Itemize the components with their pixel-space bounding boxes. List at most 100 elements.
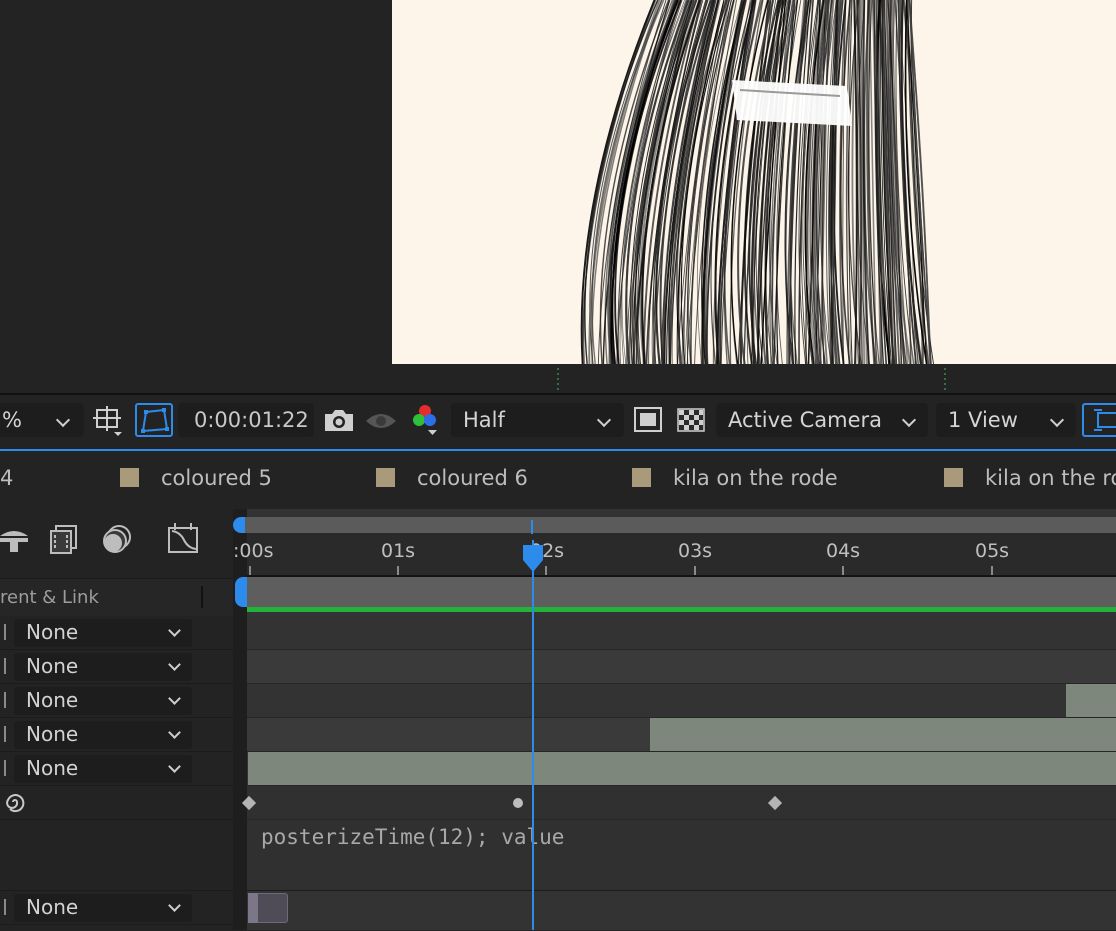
camera-view-dropdown[interactable]: Active Camera bbox=[716, 403, 928, 437]
motion-blur-icon bbox=[103, 525, 131, 553]
motion-blur-button[interactable] bbox=[100, 524, 134, 556]
time-navigator-bar[interactable] bbox=[240, 517, 1116, 533]
ruler-tick bbox=[545, 566, 547, 575]
parent-dropdown[interactable]: None bbox=[14, 894, 192, 922]
navigator-playhead bbox=[531, 520, 533, 534]
view-layout-dropdown[interactable]: 1 View bbox=[936, 403, 1076, 437]
parent-dropdown[interactable]: None bbox=[14, 653, 192, 681]
mask-path-icon bbox=[141, 408, 169, 433]
expression-spiral-icon bbox=[6, 794, 25, 813]
time-label-3s: 03s bbox=[678, 540, 713, 562]
time-label-4s: 04s bbox=[826, 540, 861, 562]
property-track[interactable] bbox=[247, 786, 1116, 820]
parent-value: None bbox=[26, 756, 79, 780]
current-time-field[interactable]: 0:00:01:22 bbox=[178, 403, 314, 437]
expression-toggle-button[interactable] bbox=[2, 789, 28, 815]
toggle-view-options-button[interactable] bbox=[1082, 403, 1116, 437]
chevron-down-icon bbox=[168, 760, 181, 773]
composition-canvas[interactable] bbox=[392, 0, 1116, 364]
layer-track[interactable] bbox=[247, 891, 1116, 931]
show-channel-button[interactable] bbox=[408, 403, 442, 437]
tab-coloured-6[interactable]: coloured 6 bbox=[417, 466, 528, 490]
graph-editor-button[interactable] bbox=[166, 522, 202, 556]
layer-track[interactable] bbox=[247, 616, 1116, 650]
ruler-tick bbox=[397, 566, 399, 575]
expression-row-left bbox=[0, 820, 233, 891]
ruler-tick bbox=[842, 566, 844, 575]
layer-row: None bbox=[0, 684, 233, 718]
resolution-dropdown[interactable]: Half bbox=[451, 403, 624, 437]
panel-resize-grip-left[interactable] bbox=[557, 368, 559, 392]
column-separator bbox=[201, 586, 203, 608]
tab-composition-4[interactable]: 4 bbox=[0, 466, 13, 490]
parent-dropdown[interactable]: None bbox=[14, 687, 192, 715]
chevron-down-icon bbox=[168, 624, 181, 637]
magnification-dropdown[interactable]: % bbox=[0, 403, 84, 437]
layer-duration-bar[interactable] bbox=[650, 718, 1116, 751]
chevron-down-icon bbox=[168, 899, 181, 912]
tab-label-color-swatch bbox=[944, 468, 963, 487]
region-of-interest-icon bbox=[634, 407, 662, 432]
region-of-interest-button[interactable] bbox=[632, 403, 666, 437]
ruler-tick bbox=[991, 566, 993, 575]
pick-whip-icon[interactable] bbox=[0, 624, 6, 640]
pick-whip-icon[interactable] bbox=[0, 692, 6, 708]
current-timecode: 0:00:01:22 bbox=[194, 408, 309, 432]
panel-resize-grip-right[interactable] bbox=[944, 368, 946, 392]
work-area-start-handle[interactable] bbox=[235, 577, 247, 607]
parent-dropdown[interactable]: None bbox=[14, 619, 192, 647]
resolution-value: Half bbox=[463, 408, 505, 432]
rgb-channel-icon bbox=[413, 405, 437, 435]
work-area-bar[interactable] bbox=[247, 577, 1116, 607]
layer-row: None bbox=[0, 718, 233, 752]
layer-row: None bbox=[0, 650, 233, 684]
chevron-down-icon bbox=[168, 658, 181, 671]
parent-link-column-header[interactable]: rent & Link bbox=[0, 587, 99, 608]
show-snapshot-button[interactable] bbox=[364, 403, 398, 437]
keyframe-hold-dot[interactable] bbox=[513, 798, 523, 808]
layer-row: None bbox=[0, 752, 233, 786]
time-navigator-start-handle[interactable] bbox=[233, 517, 245, 533]
tab-kila-on-the-ro[interactable]: kila on the ro bbox=[985, 466, 1116, 490]
layer-track[interactable] bbox=[247, 684, 1116, 718]
time-label-1s: 01s bbox=[381, 540, 416, 562]
property-row bbox=[0, 786, 233, 820]
frame-blending-button[interactable] bbox=[48, 524, 80, 556]
layer-duration-bar[interactable] bbox=[1066, 684, 1116, 717]
grid-guide-options-button[interactable] bbox=[92, 403, 126, 437]
camera-icon bbox=[325, 410, 353, 431]
tab-label-color-swatch bbox=[120, 468, 139, 487]
ruler-tick bbox=[694, 566, 696, 575]
layer-track[interactable] bbox=[247, 718, 1116, 752]
current-time-indicator-head[interactable] bbox=[522, 544, 544, 574]
layer-track[interactable] bbox=[247, 752, 1116, 786]
pick-whip-icon[interactable] bbox=[0, 726, 6, 742]
take-snapshot-button[interactable] bbox=[322, 403, 356, 437]
shy-layers-button[interactable] bbox=[0, 524, 30, 556]
parent-value: None bbox=[26, 654, 79, 678]
view-toggle-icon bbox=[1094, 409, 1116, 431]
parent-dropdown[interactable]: None bbox=[14, 721, 192, 749]
pick-whip-icon[interactable] bbox=[0, 899, 6, 915]
layer-track[interactable] bbox=[247, 650, 1116, 684]
expression-text[interactable]: posterizeTime(12); value bbox=[261, 825, 564, 849]
tab-kila-on-the-rode[interactable]: kila on the rode bbox=[673, 466, 838, 490]
layer-in-point[interactable] bbox=[248, 893, 258, 923]
shy-icon bbox=[0, 531, 28, 552]
transparency-grid-button[interactable] bbox=[675, 403, 709, 437]
tab-coloured-5[interactable]: coloured 5 bbox=[161, 466, 272, 490]
tab-label-color-swatch bbox=[376, 468, 395, 487]
parent-dropdown[interactable]: None bbox=[14, 755, 192, 783]
timeline-gutter bbox=[233, 509, 247, 930]
tab-label-color-swatch bbox=[632, 468, 651, 487]
view-layout-value: 1 View bbox=[948, 408, 1018, 432]
current-time-indicator-line[interactable] bbox=[532, 540, 534, 930]
graph-editor-icon bbox=[168, 523, 198, 553]
layer-duration-bar[interactable] bbox=[248, 752, 1116, 785]
parent-value: None bbox=[26, 722, 79, 746]
ruler-tick bbox=[249, 566, 251, 575]
pick-whip-icon[interactable] bbox=[0, 760, 6, 776]
mask-shape-path-toggle[interactable] bbox=[135, 403, 173, 437]
pick-whip-icon[interactable] bbox=[0, 658, 6, 674]
camera-view-value: Active Camera bbox=[728, 408, 883, 432]
